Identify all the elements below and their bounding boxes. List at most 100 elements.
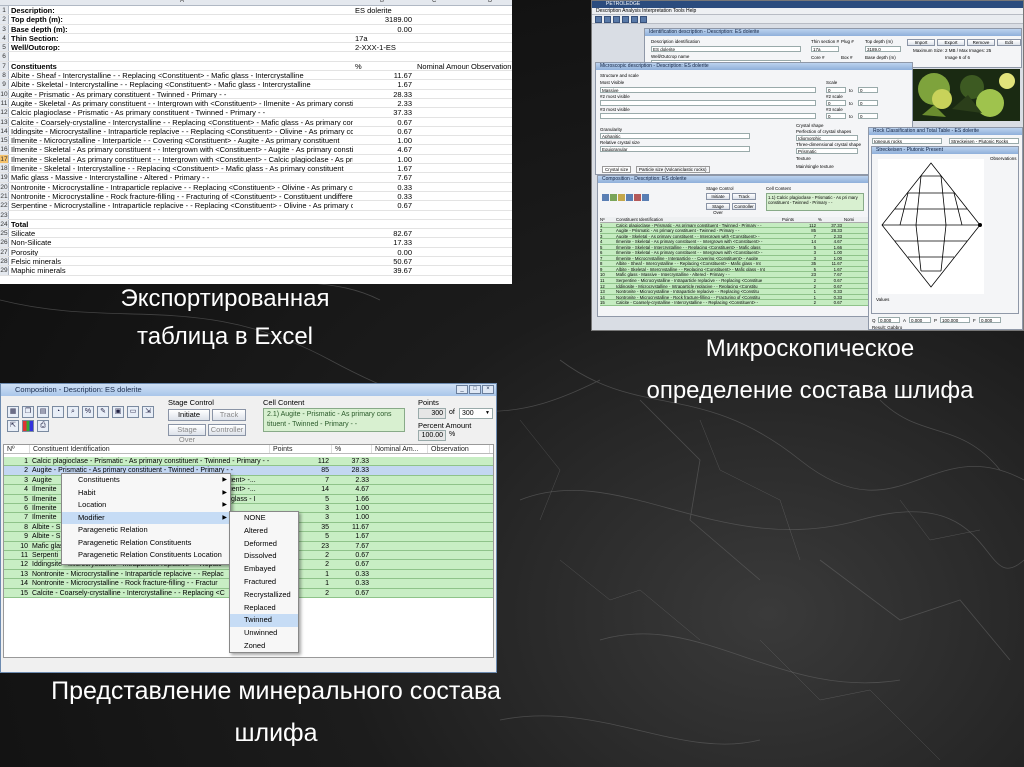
excel-cell-c[interactable] <box>415 108 469 116</box>
excel-cell-d[interactable] <box>469 90 512 98</box>
excel-cell-a[interactable]: Nontronite - Microcrystalline - Rock fra… <box>9 192 353 200</box>
toolbar-print-icon[interactable] <box>622 16 629 23</box>
export-button[interactable]: Export <box>937 39 965 46</box>
excel-cell-b[interactable] <box>353 52 415 60</box>
excel-cell-a[interactable]: Ilmenite - Skeletal - Intercrystalline -… <box>9 164 353 172</box>
excel-cell-c[interactable] <box>415 173 469 181</box>
table-icon[interactable]: ▦ <box>7 406 19 418</box>
maximize-icon[interactable]: □ <box>469 385 481 394</box>
excel-cell-d[interactable]: Observation <box>469 62 512 70</box>
granularity-select[interactable]: Aphanitic <box>600 133 750 139</box>
context-menu-item[interactable]: Location ▶ <box>62 499 230 512</box>
excel-cell-a[interactable]: Augite - Prismatic - As primary constitu… <box>9 90 353 98</box>
excel-cell-a[interactable]: Nontronite - Microcrystalline - Intrapar… <box>9 183 353 191</box>
igneous-select[interactable]: Igneous rocks <box>872 138 942 144</box>
excel-cell-b[interactable]: 0.33 <box>353 183 415 191</box>
third-visible-select[interactable] <box>600 113 816 119</box>
track-button[interactable]: Track <box>212 409 246 421</box>
excel-cell-c[interactable] <box>415 118 469 126</box>
excel-cell-c[interactable] <box>415 248 469 256</box>
composition-header-cell[interactable]: Points <box>270 445 332 454</box>
mini-tool-icon-6[interactable] <box>642 194 649 201</box>
modifier-menu-item[interactable]: Replaced <box>230 602 298 615</box>
excel-cell-d[interactable] <box>469 15 512 23</box>
excel-cell-b[interactable]: 1.00 <box>353 155 415 163</box>
excel-cell-d[interactable] <box>469 145 512 153</box>
excel-cell-b[interactable]: 28.33 <box>353 90 415 98</box>
scale2-from-field[interactable]: 0 <box>826 100 846 106</box>
excel-cell-b[interactable]: 1.00 <box>353 136 415 144</box>
doc-icon[interactable]: ▣ <box>112 406 124 418</box>
excel-cell-c[interactable] <box>415 220 469 228</box>
excel-cell-c[interactable] <box>415 211 469 219</box>
excel-cell-b[interactable]: 39.67 <box>353 266 415 274</box>
excel-cell-a[interactable]: Maphic minerals <box>9 266 353 274</box>
tab-particle-size[interactable]: Particle size (Volcaniclastic rocks) <box>636 166 710 173</box>
zoom-icon[interactable]: ⌕ <box>67 406 79 418</box>
mini-initiate-button[interactable]: Initiate <box>706 193 730 200</box>
excel-cell-d[interactable] <box>469 183 512 191</box>
composition-header-cell[interactable]: Nº <box>4 445 30 454</box>
excel-cell-d[interactable] <box>469 52 512 60</box>
excel-cell-d[interactable] <box>469 99 512 107</box>
excel-cell-a[interactable]: Base depth (m): <box>9 25 353 33</box>
excel-cell-d[interactable] <box>469 266 512 274</box>
excel-cell-c[interactable] <box>415 257 469 265</box>
excel-cell-c[interactable] <box>415 238 469 246</box>
percent-icon[interactable]: % <box>82 406 94 418</box>
context-menu-item[interactable]: Modifier ▶ <box>62 511 230 524</box>
modifier-menu-item[interactable]: Fractured <box>230 576 298 589</box>
points-total-select[interactable]: 300 ▼ <box>459 408 493 419</box>
three-dim-select[interactable]: Prismatic <box>796 148 858 154</box>
copy-icon[interactable]: ❐ <box>22 406 34 418</box>
composition-header-cell[interactable]: Constituent Identification <box>30 445 270 454</box>
context-menu-item[interactable]: Paragenetic Relation <box>62 524 230 537</box>
excel-cell-d[interactable] <box>469 238 512 246</box>
scale3-from-field[interactable]: 0 <box>826 113 846 119</box>
excel-cell-a[interactable]: Silicate <box>9 229 353 237</box>
excel-cell-c[interactable] <box>415 15 469 23</box>
excel-cell-c[interactable] <box>415 25 469 33</box>
excel-cell-d[interactable] <box>469 118 512 126</box>
p-field[interactable]: 100.000 <box>940 317 970 323</box>
excel-cell-d[interactable] <box>469 155 512 163</box>
excel-cell-a[interactable]: Well/Outcrop: <box>9 43 353 51</box>
excel-cell-d[interactable] <box>469 43 512 51</box>
excel-cell-c[interactable] <box>415 164 469 172</box>
mini-tool-icon-3[interactable] <box>618 194 625 201</box>
excel-cell-a[interactable]: Felsic minerals <box>9 257 353 265</box>
excel-cell-b[interactable] <box>353 211 415 219</box>
modifier-menu-item[interactable]: Embayed <box>230 563 298 576</box>
toolbar-export-icon[interactable] <box>631 16 638 23</box>
excel-cell-b[interactable]: ES dolerite <box>353 6 415 14</box>
excel-cell-a[interactable]: Ilmenite - Skeletal - As primary constit… <box>9 145 353 153</box>
minimize-icon[interactable]: _ <box>456 385 468 394</box>
import-icon[interactable]: ⇱ <box>7 420 19 432</box>
mini-tool-icon-1[interactable] <box>602 194 609 201</box>
excel-cell-b[interactable]: 2-XXX-1-ES <box>353 43 415 51</box>
import-button[interactable]: Import <box>907 39 935 46</box>
excel-cell-b[interactable]: 0.00 <box>353 248 415 256</box>
q-field[interactable]: 0.000 <box>878 317 900 323</box>
mini-table-row[interactable]: 15 Calcite - Coarsely-crystalline - Inter… <box>600 300 869 306</box>
excel-cell-a[interactable]: Albite - Skeletal - Intercrystalline - -… <box>9 80 353 88</box>
modifier-menu-item[interactable]: Dissolved <box>230 550 298 563</box>
stage-over-button[interactable]: Stage Over <box>168 424 206 444</box>
context-menu-item[interactable]: Constituents ▶ <box>62 474 230 487</box>
excel-cell-d[interactable] <box>469 34 512 42</box>
modifier-menu-item[interactable]: Zoned <box>230 640 298 653</box>
modifier-menu-item[interactable]: Unwinned <box>230 627 298 640</box>
top-depth-field[interactable]: 3189.0 <box>865 46 901 52</box>
excel-cell-c[interactable] <box>415 145 469 153</box>
streckeisen-select[interactable]: Streckeisen - Plutonic Rocks <box>949 138 1019 144</box>
f-field[interactable]: 0.000 <box>979 317 1001 323</box>
controller-button[interactable]: Controller <box>208 424 246 436</box>
excel-cell-a[interactable]: Description: <box>9 6 353 14</box>
excel-cell-b[interactable]: 1.67 <box>353 80 415 88</box>
excel-cell-b[interactable]: 2.33 <box>353 99 415 107</box>
mini-controller-button[interactable]: Controller <box>732 203 756 210</box>
excel-cell-a[interactable] <box>9 52 353 60</box>
excel-cell-c[interactable] <box>415 136 469 144</box>
excel-cell-a[interactable]: Non-Silicate <box>9 238 353 246</box>
relative-size-select[interactable]: Equigranular <box>600 146 750 152</box>
